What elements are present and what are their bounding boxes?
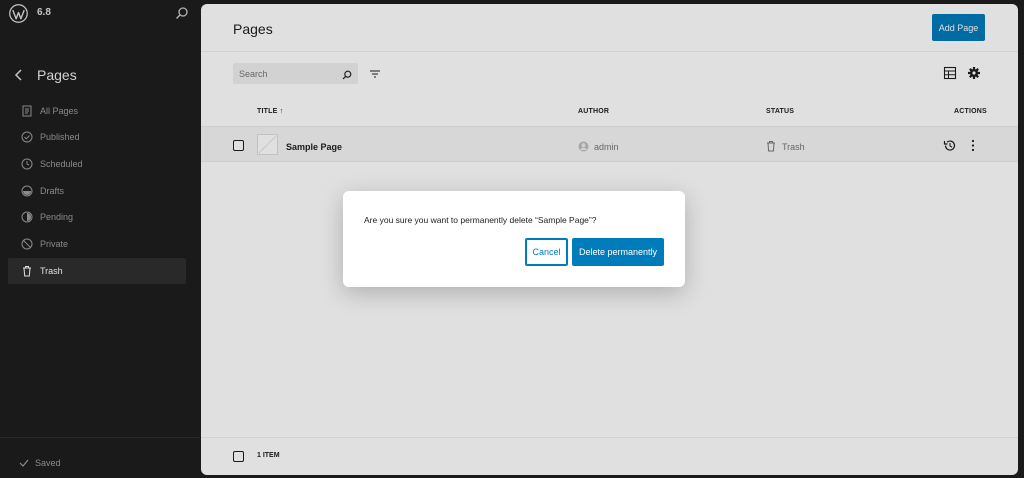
confirm-delete-dialog: Are you sure you want to permanently del…	[343, 191, 685, 287]
delete-permanently-button[interactable]: Delete permanently	[572, 238, 664, 266]
dialog-message: Are you sure you want to permanently del…	[364, 215, 597, 225]
cancel-button[interactable]: Cancel	[525, 238, 568, 266]
